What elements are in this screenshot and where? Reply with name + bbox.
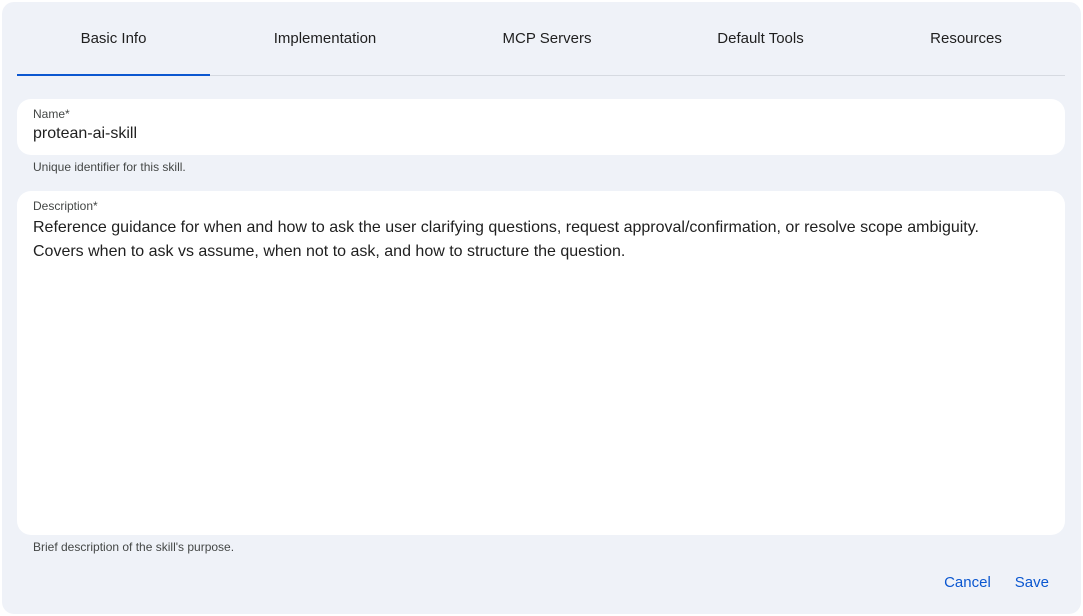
tab-basic-info[interactable]: Basic Info	[17, 2, 210, 76]
tab-resources[interactable]: Resources	[867, 2, 1065, 75]
tab-label: Implementation	[273, 30, 377, 47]
tab-label: Basic Info	[80, 30, 147, 47]
name-input[interactable]: protean-ai-skill	[33, 125, 1025, 143]
dialog-actions: Cancel Save	[932, 566, 1061, 599]
active-tab-indicator	[17, 74, 210, 76]
save-button[interactable]: Save	[1003, 566, 1061, 599]
cancel-button[interactable]: Cancel	[932, 566, 1003, 599]
name-field-label: Name*	[33, 107, 70, 121]
description-field[interactable]: Description* Reference guidance for when…	[17, 191, 1065, 535]
tab-default-tools[interactable]: Default Tools	[654, 2, 867, 75]
tab-label: Resources	[930, 30, 1002, 47]
tab-mcp-servers[interactable]: MCP Servers	[440, 2, 654, 75]
name-field-hint: Unique identifier for this skill.	[33, 160, 186, 174]
name-field[interactable]: Name* protean-ai-skill	[17, 99, 1065, 155]
tab-label: MCP Servers	[502, 30, 592, 47]
tab-implementation[interactable]: Implementation	[210, 2, 440, 75]
description-textarea[interactable]: Reference guidance for when and how to a…	[33, 216, 1025, 264]
skill-editor-dialog: Basic Info Implementation MCP Servers De…	[2, 2, 1081, 614]
description-field-hint: Brief description of the skill's purpose…	[33, 540, 235, 554]
description-field-label: Description*	[33, 199, 98, 213]
tab-label: Default Tools	[717, 30, 804, 47]
tab-bar: Basic Info Implementation MCP Servers De…	[17, 2, 1065, 76]
